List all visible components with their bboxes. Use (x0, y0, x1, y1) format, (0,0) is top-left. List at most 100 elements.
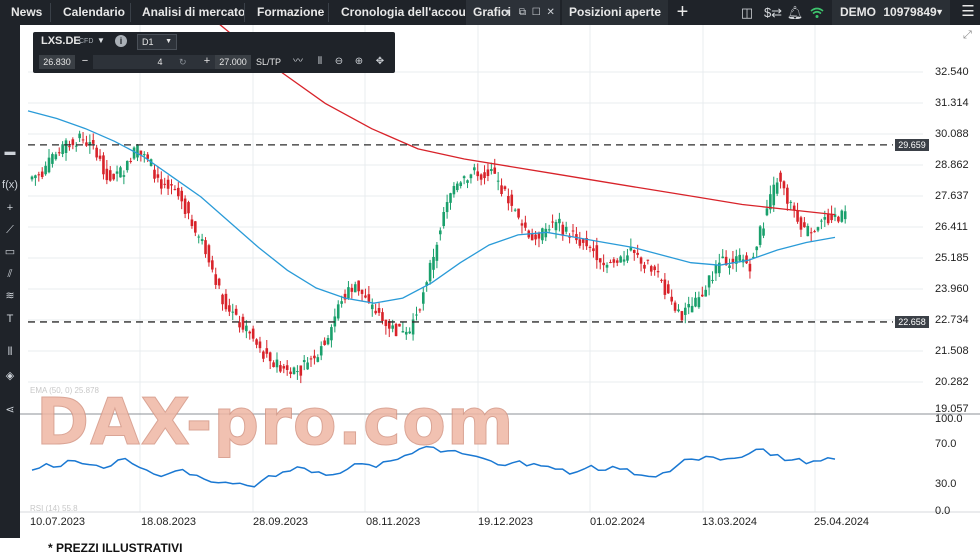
bars-style-icon[interactable]: ⦀ (0, 345, 20, 359)
info-icon[interactable]: i (115, 35, 127, 47)
resistance-level-badge[interactable]: 29.659 (895, 139, 929, 151)
nav-formazione[interactable]: Formazione (257, 0, 324, 25)
candle-body (609, 262, 612, 264)
candle-body (738, 254, 742, 261)
candle-body (153, 169, 156, 179)
candle-body (592, 248, 595, 252)
account-selector[interactable]: DEMO 10979849 ▼ (832, 0, 950, 25)
bell-icon[interactable]: 🔔︎ (786, 0, 804, 25)
symbol-label[interactable]: LXS.DE (41, 35, 81, 47)
layout-icon[interactable]: ◫ (738, 0, 756, 25)
candlestick-icon[interactable]: ⫴ (312, 55, 328, 69)
candle-body (551, 221, 554, 223)
candle-body (558, 218, 561, 224)
candle-body (782, 181, 786, 189)
channel-icon[interactable]: ⫽ (0, 267, 20, 281)
candle-body (238, 322, 241, 328)
tab-dropdown-icon[interactable]: ▾ (505, 7, 510, 18)
date-tick: 19.12.2023 (478, 516, 534, 528)
candle-body (61, 144, 64, 155)
candle-body (40, 171, 44, 178)
nav-news[interactable]: News (11, 0, 42, 25)
candle-body (520, 223, 524, 226)
candle-body (142, 154, 146, 156)
line-chart-icon[interactable]: 〰 (290, 55, 306, 69)
candle-body (85, 142, 88, 146)
reset-quantity-icon[interactable]: ↻ (179, 55, 187, 69)
candle-body (479, 174, 483, 180)
candle-body (299, 365, 303, 376)
candle-body (513, 209, 517, 211)
candle-body (452, 186, 456, 195)
rsi-indicator-label[interactable]: RSI (14) 55.8 (30, 504, 78, 513)
expand-chart-icon[interactable]: ⤢ (963, 29, 972, 42)
date-tick: 25.04.2024 (814, 516, 870, 528)
add-tab-button[interactable]: + (670, 0, 695, 25)
candle-body (81, 139, 85, 141)
price-tick: 30.088 (935, 128, 969, 140)
hamburger-menu-icon[interactable]: ☰ (958, 0, 978, 25)
date-tick: 18.08.2023 (141, 516, 197, 528)
zoom-in-icon[interactable]: ⊕ (351, 55, 367, 69)
timeframe-select[interactable]: D1 ▼ (137, 34, 177, 50)
account-number: 10979849 (883, 5, 937, 19)
candle-body (234, 308, 238, 315)
layers-icon[interactable]: ◈ (0, 369, 20, 383)
trading-app: News Calendario Analisi di mercato Forma… (0, 0, 980, 538)
candle-body (680, 311, 684, 321)
candle-body (91, 140, 95, 144)
close-tab-icon[interactable]: ✕ (546, 7, 554, 18)
sltp-button[interactable]: SL/TP (256, 56, 281, 68)
sell-price-button[interactable]: 26.830 (39, 55, 75, 69)
rectangle-icon[interactable]: ▭ (0, 245, 20, 259)
candle-body (442, 212, 446, 227)
price-tick: 32.540 (935, 66, 969, 78)
nav-analisi-di-mercato[interactable]: Analisi di mercato (142, 0, 245, 25)
candle-body (432, 256, 435, 270)
candle-body (404, 331, 408, 335)
nav-cronologia-account[interactable]: Cronologia dell'account (341, 0, 477, 25)
candle-body (285, 365, 289, 370)
buy-price-button[interactable]: 27.000 (215, 55, 251, 69)
candle-body (326, 337, 330, 345)
candle-body (762, 228, 765, 236)
increase-quantity-button[interactable]: + (201, 55, 213, 69)
candle-body (319, 346, 323, 356)
nav-calendario[interactable]: Calendario (63, 0, 125, 25)
tab-posizioni-aperte[interactable]: Posizioni aperte (562, 0, 668, 25)
candle-body (377, 308, 381, 313)
chart-type-icon[interactable]: ▬ (0, 145, 20, 159)
crosshair-icon[interactable]: + (0, 201, 20, 215)
candle-body (718, 262, 721, 274)
currency-exchange-icon[interactable]: $⇄ (762, 0, 784, 25)
candle-body (272, 362, 275, 368)
candle-body (809, 232, 813, 234)
share-icon[interactable]: ⋖ (0, 403, 20, 417)
candle-body (353, 284, 357, 293)
move-icon[interactable]: ✥ (372, 55, 388, 69)
candle-body (602, 262, 605, 266)
zoom-out-icon[interactable]: ⊖ (331, 55, 347, 69)
support-level-badge[interactable]: 22.658 (895, 316, 929, 328)
price-tick: 23.960 (935, 283, 969, 295)
maximize-icon[interactable]: ☐ (532, 7, 541, 18)
candle-body (666, 284, 670, 294)
candle-body (775, 182, 779, 194)
popout-icon[interactable]: ⧉ (519, 7, 526, 18)
candle-body (619, 256, 622, 263)
candle-body (653, 266, 656, 271)
text-tool-icon[interactable]: T (0, 312, 20, 326)
trendline-icon[interactable]: ⟋ (0, 223, 20, 237)
symbol-dropdown-icon[interactable]: ▼ (97, 36, 105, 45)
candle-body (534, 234, 537, 240)
candle-body (765, 208, 769, 216)
price-chart[interactable] (20, 25, 980, 538)
candle-body (68, 146, 71, 148)
candle-body (840, 210, 844, 222)
indicators-icon[interactable]: f(x) (0, 178, 20, 192)
candle-body (745, 255, 748, 264)
fibonacci-icon[interactable]: ≋ (0, 289, 20, 303)
decrease-quantity-button[interactable]: − (79, 55, 91, 69)
candle-body (823, 217, 827, 220)
candle-body (211, 260, 214, 270)
